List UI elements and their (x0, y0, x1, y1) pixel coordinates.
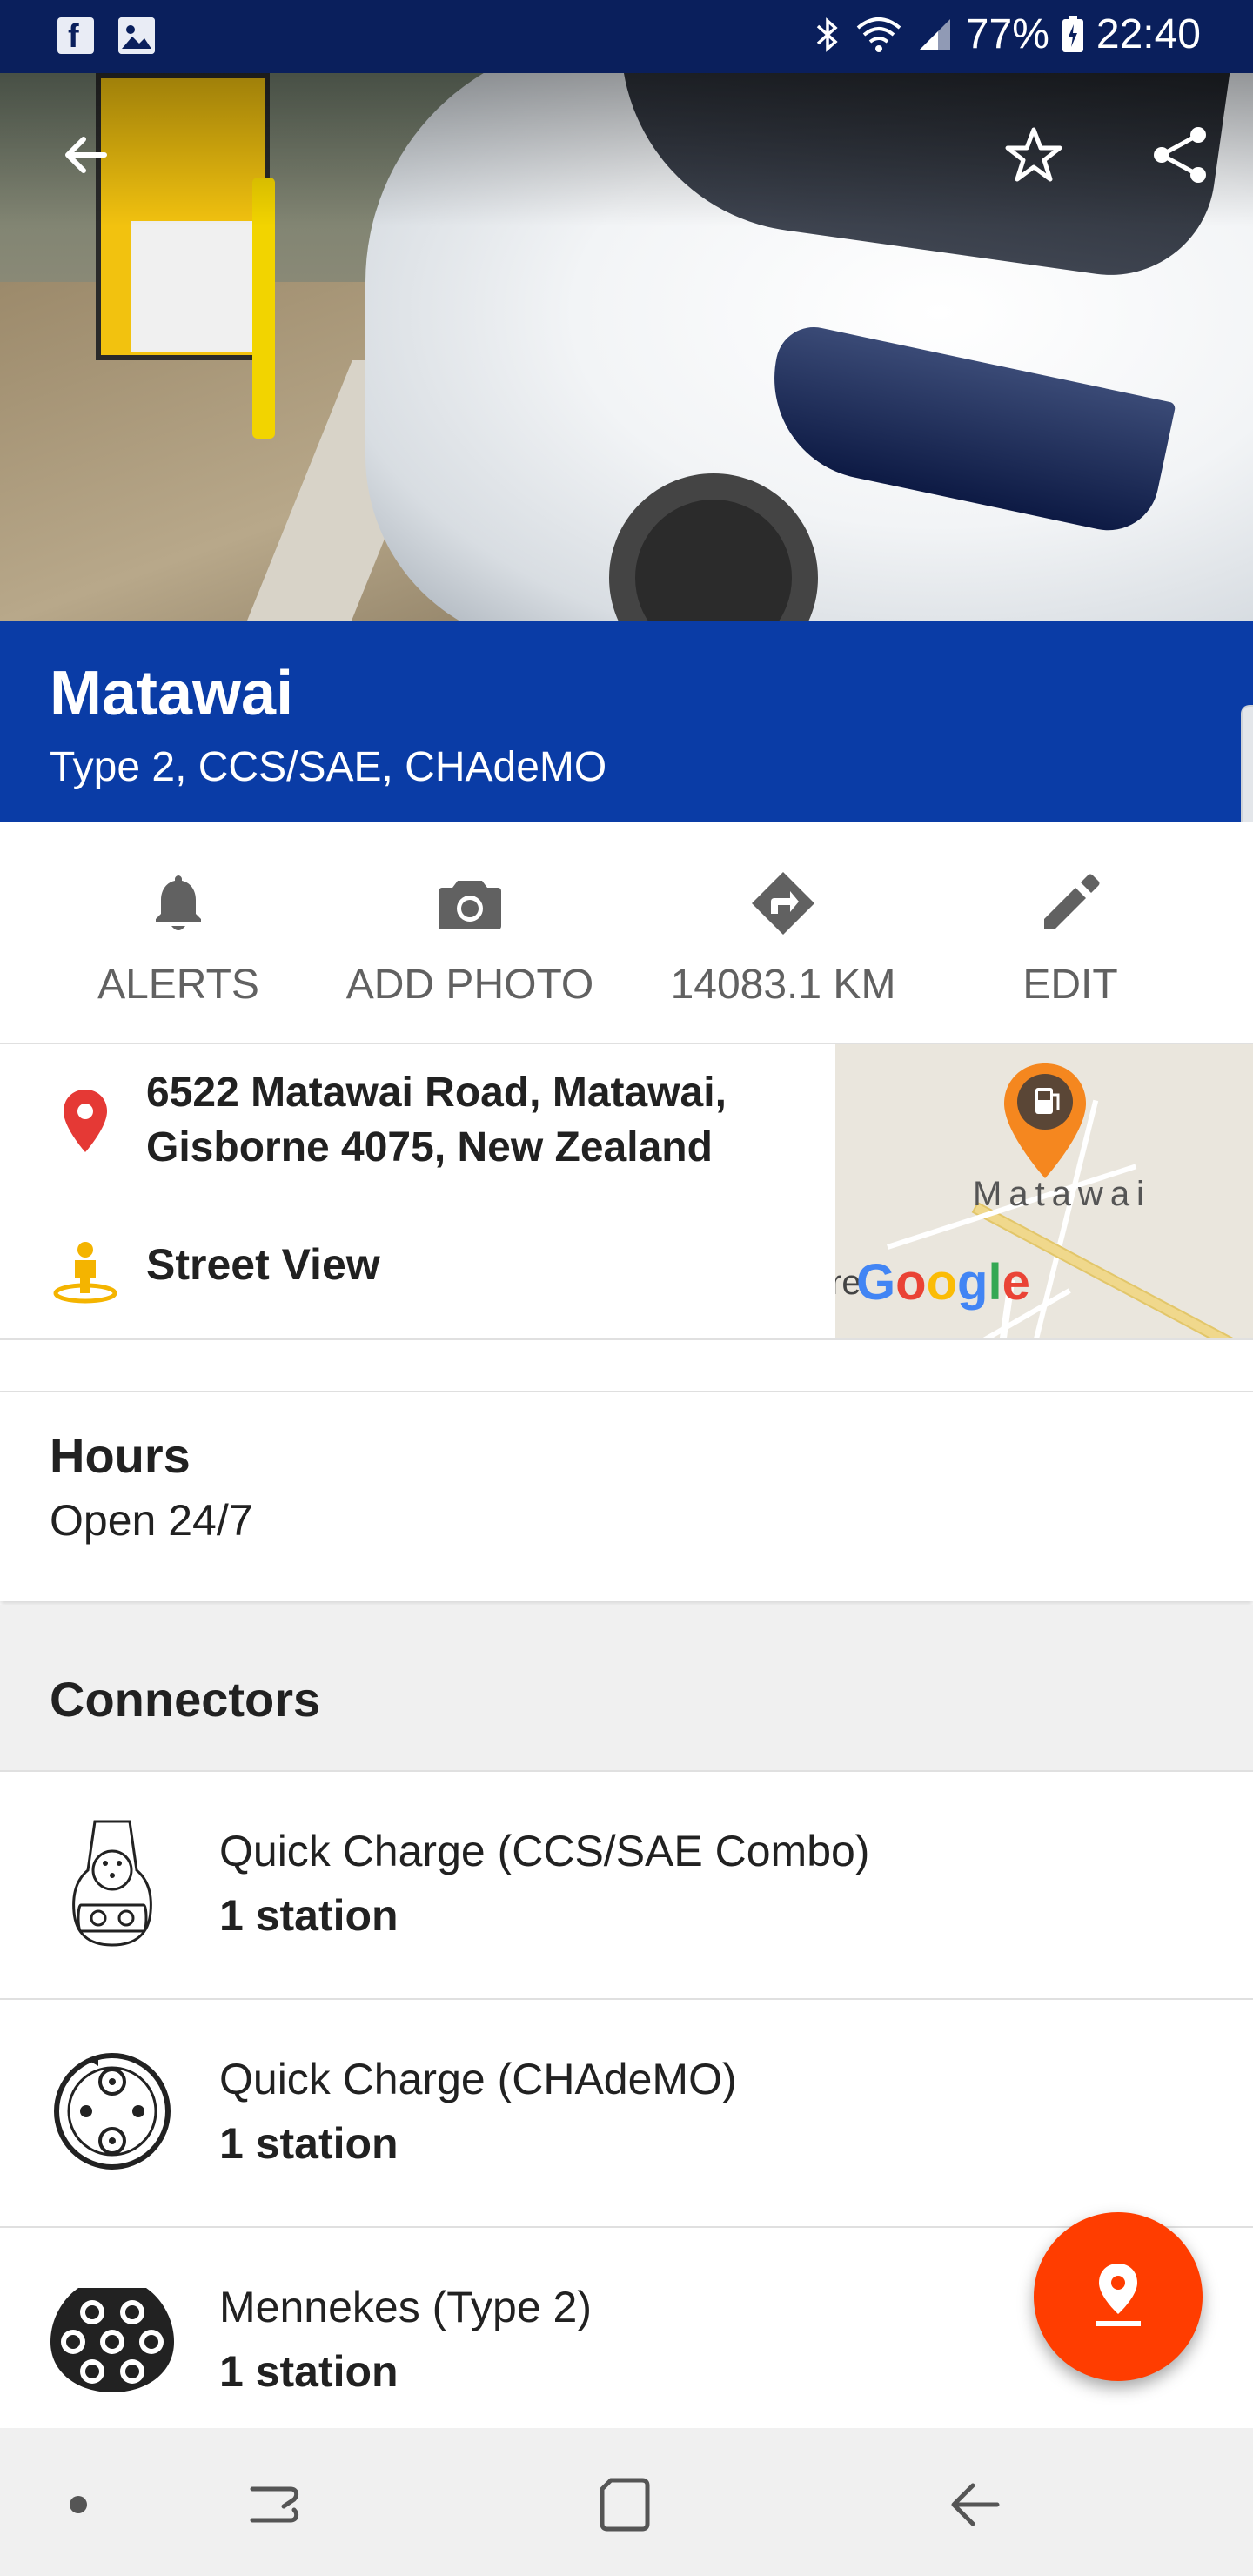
station-connector-types: Type 2, CCS/SAE, CHAdeMO (50, 744, 607, 790)
google-logo: Google (856, 1254, 1030, 1311)
street-view-pegman-icon (52, 1238, 118, 1308)
connector-name: Quick Charge (CHAdeMO) (219, 2055, 737, 2103)
street-view-link[interactable]: Street View (146, 1239, 380, 1290)
type2-connector-icon (47, 2283, 178, 2400)
favorite-button[interactable] (999, 122, 1069, 191)
alerts-button[interactable]: ALERTS (96, 874, 261, 1009)
station-name: Matawai (50, 659, 294, 728)
add-photo-label: ADD PHOTO (345, 962, 594, 1008)
alerts-label: ALERTS (97, 962, 259, 1008)
connectors-heading: Connectors (50, 1672, 321, 1727)
hours-value: Open 24/7 (50, 1496, 253, 1545)
dot-button[interactable] (35, 2463, 122, 2550)
home-icon (597, 2477, 653, 2537)
connector-count: 1 station (219, 2347, 399, 2396)
directions-button[interactable]: 14083.1 KM (644, 872, 922, 1009)
status-bar: 77% 22:40 (0, 0, 1253, 73)
battery-percent: 77% (965, 11, 1049, 57)
bell-icon (151, 872, 206, 945)
address-text[interactable]: 6522 Matawai Road, Matawai, Gisborne 407… (146, 1065, 807, 1175)
battery-icon (1062, 15, 1084, 54)
map-thumbnail[interactable]: Matawai re Google (835, 1044, 1253, 1338)
home-button[interactable] (581, 2463, 668, 2550)
connector-count: 1 station (219, 2119, 399, 2168)
address-line-1: 6522 Matawai Road, Matawai, (146, 1070, 727, 1116)
add-photo-button[interactable]: ADD PHOTO (339, 874, 600, 1009)
back-button[interactable] (50, 122, 120, 191)
share-icon (1149, 124, 1210, 190)
clock: 22:40 (1096, 11, 1201, 57)
chademo-connector-icon (51, 2050, 173, 2177)
section-spacer (0, 1340, 1253, 1392)
connector-name: Quick Charge (CCS/SAE Combo) (219, 1827, 870, 1875)
distance-label: 14083.1 KM (670, 962, 896, 1008)
charging-station-marker-icon (997, 1060, 1093, 1186)
facebook-icon (57, 17, 94, 56)
recent-apps-icon (247, 2477, 303, 2537)
recent-apps-button[interactable] (231, 2463, 318, 2550)
connectors-header: Connectors (0, 1605, 1253, 1772)
pencil-icon (1039, 872, 1102, 945)
connector-row-chademo[interactable]: Quick Charge (CHAdeMO) 1 station (0, 2000, 1253, 2228)
back-arrow-icon (59, 129, 111, 185)
action-row: ALERTS ADD PHOTO 14083.1 KM EDIT (0, 822, 1253, 1044)
dot-icon (68, 2494, 89, 2519)
directions-icon (750, 870, 816, 947)
map-pin-icon (1092, 2262, 1144, 2332)
system-nav-bar (0, 2428, 1253, 2576)
camera-icon (437, 875, 503, 942)
wifi-icon (854, 16, 903, 54)
cell-signal-icon (915, 16, 954, 54)
bluetooth-icon (813, 16, 842, 54)
edit-button[interactable]: EDIT (1001, 874, 1140, 1009)
star-icon (1003, 124, 1064, 190)
location-pin-icon (61, 1088, 110, 1158)
hours-section: Hours Open 24/7 (0, 1392, 1253, 1601)
hours-heading: Hours (50, 1428, 191, 1483)
address-line-2: Gisborne 4075, New Zealand (146, 1124, 713, 1171)
connector-count: 1 station (219, 1891, 399, 1940)
connector-row-ccs[interactable]: Quick Charge (CCS/SAE Combo) 1 station (0, 1772, 1253, 2000)
gallery-icon (118, 17, 155, 54)
share-button[interactable] (1145, 122, 1215, 191)
back-nav-button[interactable] (931, 2463, 1018, 2550)
back-icon (947, 2477, 1002, 2537)
check-in-fab-button[interactable] (1034, 2212, 1203, 2381)
station-banner: Matawai Type 2, CCS/SAE, CHAdeMO (0, 621, 1253, 822)
ccs-combo-connector-icon (69, 1818, 156, 1953)
edit-label: EDIT (1022, 962, 1118, 1008)
connector-name: Mennekes (Type 2) (219, 2283, 592, 2331)
